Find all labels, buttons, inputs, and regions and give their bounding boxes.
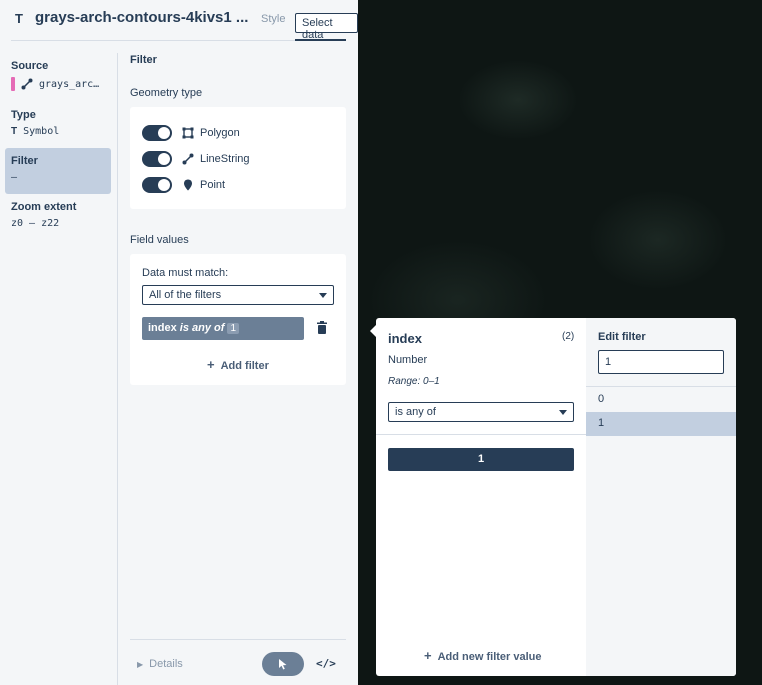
point-toggle[interactable] — [142, 177, 172, 193]
value-option-0[interactable]: 0 — [586, 388, 736, 412]
panel-header: T grays-arch-contours-4kivs1 ... Style S… — [0, 0, 358, 41]
footer-divider — [130, 639, 346, 640]
trash-icon[interactable] — [317, 321, 327, 334]
column-divider — [117, 53, 118, 685]
type-value: Symbol — [23, 126, 60, 137]
linestring-toggle[interactable] — [142, 151, 172, 167]
popover-value-count: (2) — [562, 331, 575, 342]
edit-filter-heading: Edit filter — [598, 331, 646, 343]
popover-field-type: Number — [388, 354, 428, 366]
filter-value: – — [11, 172, 18, 183]
popover-divider — [376, 434, 586, 435]
field-values-heading: Field values — [130, 234, 189, 246]
geometry-heading: Geometry type — [130, 87, 203, 99]
details-label: Details — [149, 658, 183, 670]
chevron-right-icon: ▶ — [137, 660, 144, 669]
type-section[interactable]: Type T Symbol — [11, 109, 59, 137]
match-select[interactable]: All of the filters — [142, 285, 334, 305]
filter-section[interactable]: Filter – — [11, 155, 38, 183]
point-icon — [184, 179, 192, 191]
select-tool-button[interactable] — [262, 652, 304, 676]
details-toggle[interactable]: ▶ Details — [137, 658, 183, 670]
filter-label: Filter — [11, 155, 38, 167]
zoom-value: z0 – z22 — [11, 218, 60, 229]
edit-filter-input[interactable] — [598, 350, 724, 374]
polygon-label: Polygon — [200, 127, 240, 139]
geometry-row-polygon: Polygon — [142, 125, 240, 141]
plus-icon: + — [424, 648, 432, 663]
tab-select-data[interactable]: Select data — [295, 13, 358, 41]
source-label: Source — [11, 60, 49, 72]
symbol-type-icon: T — [11, 126, 18, 137]
popover-field-range: Range: 0–1 — [388, 376, 440, 387]
add-filter-value-label: Add new filter value — [437, 651, 542, 663]
chevron-down-icon — [559, 410, 567, 415]
geometry-row-point: Point — [142, 177, 225, 193]
add-filter-button[interactable]: + Add filter — [207, 357, 269, 372]
code-button[interactable]: </> — [316, 657, 336, 670]
edit-filter-pane: Edit filter 0 1 — [586, 318, 736, 676]
filter-chip-index[interactable]: index is any of 1 — [142, 317, 304, 340]
plus-icon: + — [207, 357, 215, 372]
zoom-section[interactable]: Zoom extent z0 – z22 — [11, 201, 76, 229]
filter-value-popover: index (2) Number Range: 0–1 is any of 1 … — [370, 318, 736, 676]
source-color-swatch — [11, 77, 15, 91]
polygon-toggle[interactable] — [142, 125, 172, 141]
layer-editor-panel: T grays-arch-contours-4kivs1 ... Style S… — [0, 0, 358, 685]
tab-style[interactable]: Style — [261, 13, 285, 25]
chevron-down-icon — [319, 293, 327, 298]
match-select-value: All of the filters — [149, 289, 222, 301]
chip-value-badge: 1 — [227, 323, 240, 334]
point-label: Point — [200, 179, 226, 191]
linestring-icon — [182, 153, 194, 165]
chip-field: index — [148, 322, 177, 334]
match-label: Data must match: — [142, 267, 229, 279]
cursor-icon — [279, 659, 287, 670]
linestring-icon — [21, 78, 33, 90]
field-values-card: Data must match: All of the filters inde… — [130, 254, 346, 385]
operator-select[interactable]: is any of — [388, 402, 574, 422]
source-section[interactable]: Source grays_arc… — [11, 60, 99, 91]
filter-heading: Filter — [130, 54, 157, 66]
polygon-icon — [182, 127, 194, 139]
geometry-row-linestring: LineString — [142, 151, 250, 167]
type-label: Type — [11, 109, 36, 121]
value-option-1[interactable]: 1 — [586, 412, 736, 436]
symbol-type-icon: T — [15, 11, 23, 26]
add-filter-label: Add filter — [220, 360, 269, 372]
popover-field-name: index — [388, 331, 422, 346]
geometry-card: Polygon LineString Point — [130, 107, 346, 209]
filter-value-chip[interactable]: 1 — [388, 448, 574, 471]
chip-operator: is any of — [179, 322, 225, 334]
layer-title[interactable]: grays-arch-contours-4kivs1 ... — [35, 9, 248, 26]
linestring-label: LineString — [200, 153, 250, 165]
active-tab-indicator — [295, 39, 346, 41]
zoom-label: Zoom extent — [11, 201, 77, 213]
source-value: grays_arc… — [39, 78, 100, 90]
operator-select-value: is any of — [395, 406, 436, 418]
edit-filter-divider — [586, 386, 736, 387]
add-filter-value-button[interactable]: + Add new filter value — [424, 648, 542, 663]
